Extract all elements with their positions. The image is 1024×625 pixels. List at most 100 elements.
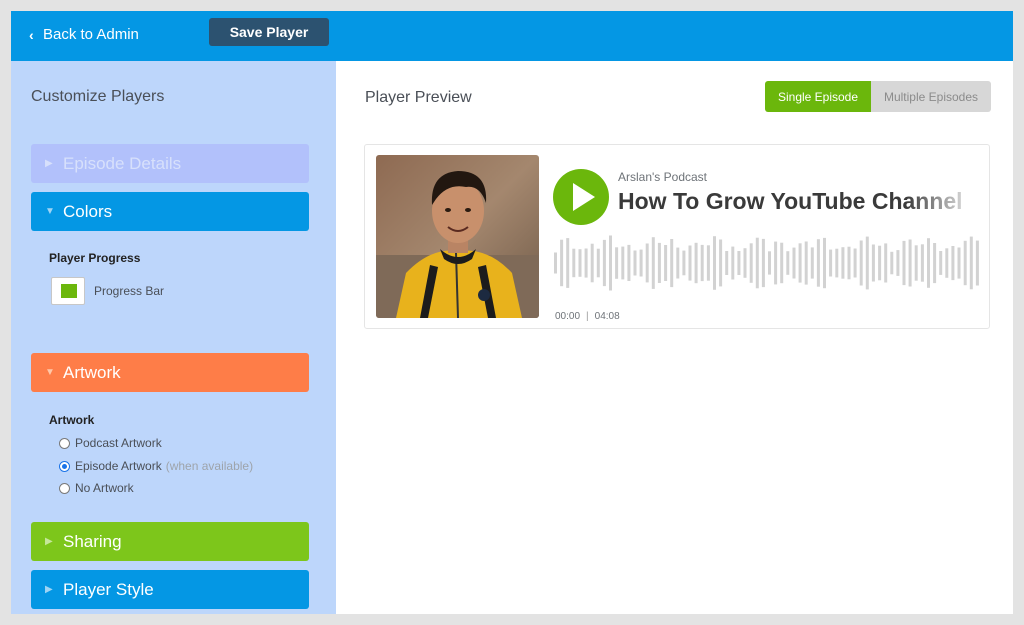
multiple-episodes-tab[interactable]: Multiple Episodes xyxy=(871,81,991,112)
player-progress-heading: Player Progress xyxy=(49,251,141,265)
progress-bar-label: Progress Bar xyxy=(94,284,165,298)
artwork-heading: Artwork xyxy=(49,413,95,427)
time-display: 00:00 | 04:08 xyxy=(555,311,620,322)
sidebar: Customize Players ▶ Episode Details ▼ Co… xyxy=(11,61,336,614)
waveform-bar xyxy=(694,242,698,284)
waveform-bar xyxy=(743,248,747,278)
radio-label: Episode Artwork xyxy=(75,459,162,473)
waveform-bar xyxy=(963,240,967,286)
waveform-bar xyxy=(878,245,882,281)
radio-podcast-artwork[interactable]: Podcast Artwork xyxy=(59,435,162,451)
section-label: Artwork xyxy=(63,362,121,382)
section-colors[interactable]: ▼ Colors xyxy=(31,192,309,231)
radio-button[interactable] xyxy=(59,437,70,449)
waveform-bar xyxy=(596,248,600,278)
section-label: Episode Details xyxy=(63,153,182,173)
waveform-bar xyxy=(645,243,649,283)
waveform-bar xyxy=(951,246,955,281)
section-player-style[interactable]: ▶ Player Style xyxy=(31,570,309,609)
waveform-bar xyxy=(933,243,937,284)
waveform-bar xyxy=(615,247,619,279)
section-sharing[interactable]: ▶ Sharing xyxy=(31,522,309,561)
play-button[interactable] xyxy=(553,169,609,225)
player-preview-title: Player Preview xyxy=(365,89,472,106)
waveform-bar xyxy=(884,243,888,283)
waveform-bar xyxy=(902,240,906,286)
waveform-bar xyxy=(835,248,839,278)
waveform-bar xyxy=(602,239,606,287)
single-episode-tab[interactable]: Single Episode xyxy=(765,81,871,112)
waveform-bar xyxy=(975,240,979,286)
waveform-bar xyxy=(859,240,863,286)
waveform-bar xyxy=(792,247,796,279)
top-bar: ‹ Back to Admin Save Player xyxy=(11,11,1013,61)
waveform-bar xyxy=(755,237,759,289)
waveform-bar xyxy=(890,251,894,275)
radio-episode-artwork[interactable]: Episode Artwork (when available) xyxy=(59,458,253,474)
radio-button[interactable] xyxy=(59,460,70,472)
back-to-admin-link[interactable]: ‹ Back to Admin xyxy=(29,24,139,46)
section-label: Player Style xyxy=(63,579,154,599)
waveform-bar xyxy=(590,243,594,283)
waveform-bar xyxy=(939,251,943,275)
waveform-bar xyxy=(713,236,716,290)
episode-artwork xyxy=(376,155,539,318)
episode-mode-toggle: Single Episode Multiple Episodes xyxy=(765,81,991,112)
caret-right-icon: ▶ xyxy=(45,584,53,595)
radio-button[interactable] xyxy=(59,482,70,494)
waveform-bar xyxy=(871,244,875,282)
waveform-bar xyxy=(633,250,637,276)
waveform-bar xyxy=(774,241,778,285)
waveform-bar xyxy=(627,244,631,281)
waveform-bar xyxy=(560,239,564,287)
waveform-bar xyxy=(621,246,625,280)
waveform-bar xyxy=(945,248,949,278)
caret-down-icon: ▼ xyxy=(45,206,55,217)
sidebar-title: Customize Players xyxy=(31,88,165,105)
time-separator: | xyxy=(586,311,589,322)
waveform-bar xyxy=(609,235,612,291)
waveform-bar xyxy=(908,239,912,287)
waveform-bar xyxy=(584,248,588,278)
waveform-bar xyxy=(865,236,869,290)
radio-no-artwork[interactable]: No Artwork xyxy=(59,480,134,496)
caret-right-icon: ▶ xyxy=(45,536,53,547)
section-episode-details[interactable]: ▶ Episode Details xyxy=(31,144,309,183)
waveform-bar xyxy=(798,243,802,283)
radio-label: Podcast Artwork xyxy=(75,436,162,450)
save-player-button[interactable]: Save Player xyxy=(209,18,329,46)
podcast-name: Arslan's Podcast xyxy=(618,170,707,184)
radio-note: (when available) xyxy=(165,459,254,473)
color-swatch xyxy=(61,284,77,298)
progress-bar-color-picker[interactable] xyxy=(51,277,85,305)
waveform-bar xyxy=(920,244,924,282)
waveform-bar xyxy=(731,246,735,280)
waveform-bar xyxy=(804,241,808,285)
waveform-bar xyxy=(737,251,741,275)
radio-label: No Artwork xyxy=(75,481,134,495)
waveform-bar xyxy=(896,250,900,276)
waveform-bar xyxy=(688,245,692,281)
waveform-bar xyxy=(657,242,661,283)
waveform-scrubber[interactable] xyxy=(553,233,981,293)
waveform-bar xyxy=(719,239,723,287)
waveform-bar xyxy=(768,251,771,275)
waveform-bar xyxy=(829,249,833,277)
back-label: Back to Admin xyxy=(43,26,139,43)
waveform-bar xyxy=(639,249,643,277)
waveform-bar xyxy=(664,245,668,281)
waveform-bar xyxy=(725,251,729,275)
waveform-bar xyxy=(566,238,570,288)
waveform-bar xyxy=(651,237,655,289)
waveform-bar xyxy=(786,251,790,275)
waveform-bar xyxy=(957,247,961,279)
waveform-bar xyxy=(810,247,814,279)
chevron-left-icon: ‹ xyxy=(29,27,34,43)
waveform-bar xyxy=(927,238,930,288)
waveform-bar xyxy=(706,245,710,281)
section-artwork[interactable]: ▼ Artwork xyxy=(31,353,309,392)
waveform-bar xyxy=(823,237,826,289)
waveform-bar xyxy=(816,239,820,287)
waveform-bar xyxy=(841,247,845,279)
waveform-bar xyxy=(578,249,582,277)
